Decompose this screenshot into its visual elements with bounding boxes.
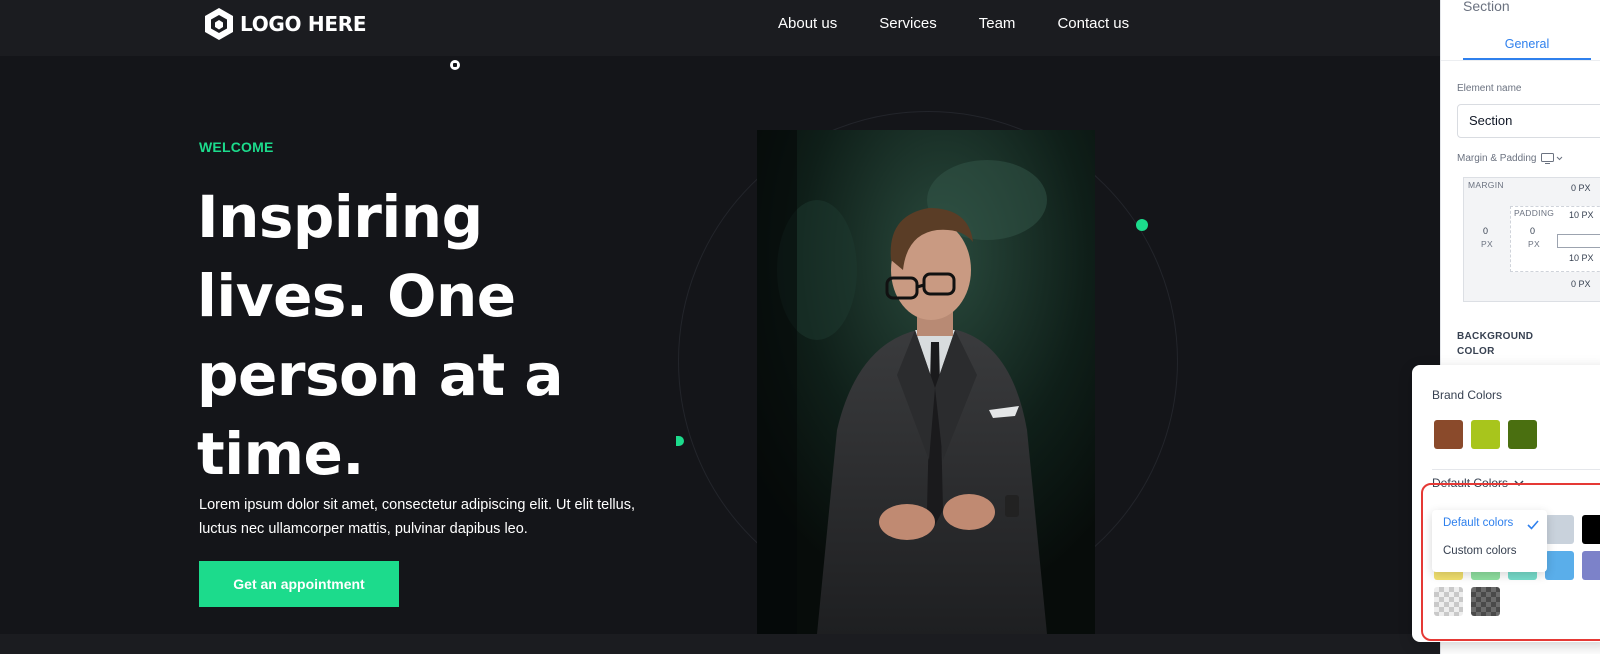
background-label-line: BACKGROUND [1457,331,1534,342]
padding-left-value[interactable]: 0 [1530,226,1535,236]
margin-top-value[interactable]: 0 PX [1571,183,1591,193]
decorative-half-dot [676,436,684,446]
picker-divider [1432,469,1600,470]
padding-label: PADDING [1514,208,1555,218]
element-name-input[interactable]: Section [1457,104,1600,138]
option-default-colors[interactable]: Default colors [1443,517,1513,529]
checkmark-icon [1527,520,1539,530]
brand-colors-title: Brand Colors [1432,388,1503,402]
padding-bottom-value[interactable]: 10 PX [1569,253,1594,263]
cursor-icon [450,60,460,70]
nav-team[interactable]: Team [979,15,1016,32]
option-label: Custom colors [1443,545,1517,557]
panel-title: Section [1463,0,1510,14]
padding-inner-input[interactable] [1557,234,1600,248]
brand-swatch-olive[interactable] [1508,420,1537,449]
desktop-device-icon[interactable] [1540,153,1563,164]
decorative-green-dot [1136,219,1148,231]
brand-swatch-lime[interactable] [1471,420,1500,449]
headline-line: time. [197,420,364,488]
margin-padding-text: Margin & Padding [1457,153,1537,164]
brand-swatch-brown[interactable] [1434,420,1463,449]
hero-portrait-image[interactable] [757,130,1095,634]
nav-about-us[interactable]: About us [778,15,837,32]
hero-body-text: Lorem ipsum dolor sit amet, consectetur … [199,497,635,537]
element-name-label: Element name [1457,83,1522,94]
hero-headline: Inspiring lives. One person at a time. [197,178,617,494]
margin-bottom-value[interactable]: 0 PX [1571,279,1591,289]
tab-general[interactable]: General [1463,32,1591,60]
nav-contact-us[interactable]: Contact us [1057,15,1129,32]
app-root: LOGO HERE About us Services Team Contact… [0,0,1600,654]
page-canvas[interactable]: LOGO HERE About us Services Team Contact… [0,0,1440,654]
headline-line: Inspiring [197,183,483,251]
main-nav: About us Services Team Contact us [778,15,1171,32]
margin-left-unit: PX [1481,239,1493,249]
background-color-label: BACKGROUND COLOR [1457,329,1533,359]
portrait-illustration [757,130,1095,634]
padding-left-unit: PX [1528,239,1540,249]
nav-services[interactable]: Services [879,15,937,32]
margin-left-value[interactable]: 0 [1483,226,1488,236]
margin-padding-label: Margin & Padding [1457,153,1563,164]
headline-line: lives. One [197,262,516,330]
headline-line: person at a [197,341,564,409]
next-section-strip [0,634,1440,654]
get-appointment-button[interactable]: Get an appointment [199,561,399,607]
site-header[interactable]: LOGO HERE About us Services Team Contact… [0,0,1440,56]
padding-box[interactable]: PADDING 10 PX 0 PX 10 PX [1510,206,1600,272]
margin-label: MARGIN [1468,180,1504,190]
color-set-dropdown: Default colors Custom colors [1432,510,1547,572]
option-custom-colors[interactable]: Custom colors [1443,545,1517,557]
padding-top-value[interactable]: 10 PX [1569,210,1594,220]
margin-box[interactable]: MARGIN 0 PX 0 PX 0 PX PADDING 10 PX 0 PX… [1463,177,1600,302]
logo-hexagon-icon [205,8,233,40]
site-logo[interactable]: LOGO HERE [201,6,366,42]
tab-divider [1441,60,1600,61]
option-label: Default colors [1443,517,1514,529]
background-label-line: COLOR [1457,346,1495,357]
hero-eyebrow: WELCOME [199,139,274,155]
color-picker-popup: Brand Colors Default Colors Default colo… [1412,365,1600,642]
logo-text: LOGO HERE [240,12,367,36]
